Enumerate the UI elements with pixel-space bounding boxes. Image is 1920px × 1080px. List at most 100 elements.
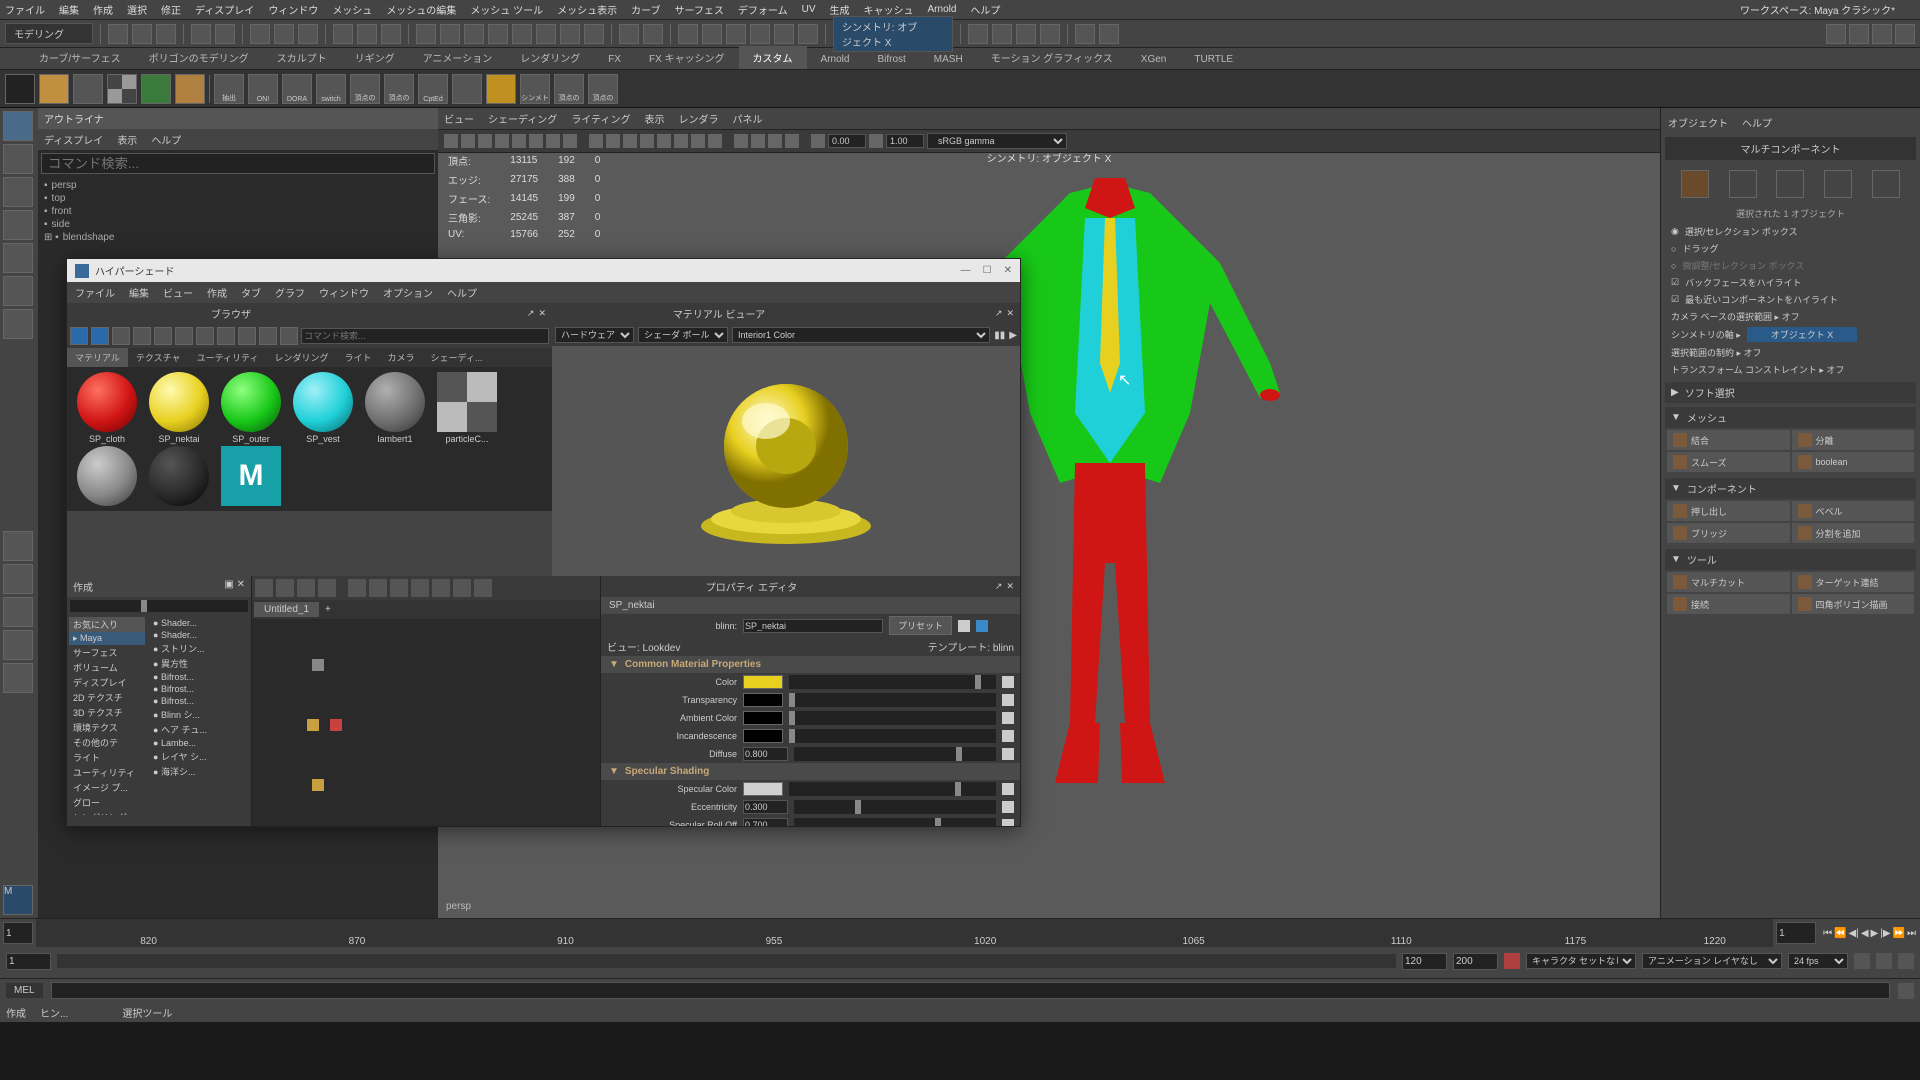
swatch-lambert1[interactable]: lambert1 bbox=[360, 372, 430, 444]
vp-icon-gamma[interactable] bbox=[869, 134, 883, 148]
create-node-shader1[interactable]: ● Shader... bbox=[149, 617, 249, 629]
menu-uv[interactable]: UV bbox=[802, 4, 816, 15]
shelf-tab-fxcache[interactable]: FX キャッシング bbox=[635, 46, 739, 69]
prop-focus-icon[interactable] bbox=[976, 620, 988, 632]
menu-select[interactable]: 選択 bbox=[127, 2, 147, 17]
create-3dtex[interactable]: 3D テクスチ bbox=[69, 705, 145, 720]
mview-shape-dropdown[interactable]: シェーダ ボール bbox=[638, 327, 728, 343]
opt-symaxis-dropdown[interactable]: オブジェクト X bbox=[1747, 327, 1858, 342]
shelf-item-orange[interactable] bbox=[486, 74, 516, 104]
graph-tb-9[interactable] bbox=[432, 579, 450, 597]
stop-icon[interactable] bbox=[1099, 24, 1119, 44]
btn-smooth[interactable]: スムーズ bbox=[1667, 452, 1790, 472]
hs-tb-clear[interactable] bbox=[112, 327, 130, 345]
shelf-item-on[interactable]: ON! bbox=[248, 74, 278, 104]
hs-tab-materials[interactable]: マテリアル bbox=[67, 348, 128, 367]
vp-icon-xray[interactable] bbox=[751, 134, 765, 148]
btn-quaddraw[interactable]: 四角ポリゴン描画 bbox=[1792, 594, 1915, 614]
hs-tab-shading[interactable]: シェーディ... bbox=[423, 348, 491, 367]
menu-edit[interactable]: 編集 bbox=[59, 2, 79, 17]
pause-icon[interactable] bbox=[1075, 24, 1095, 44]
mview-env-dropdown[interactable]: Interior1 Color bbox=[732, 327, 990, 343]
node-graph-canvas[interactable] bbox=[252, 619, 600, 826]
rp-menu-help[interactable]: ヘルプ bbox=[1742, 115, 1772, 130]
vp-menu-panel[interactable]: パネル bbox=[733, 111, 763, 126]
shelf-tab-xgen[interactable]: XGen bbox=[1127, 50, 1181, 69]
snap-grid-icon[interactable] bbox=[678, 24, 698, 44]
graph-tab-untitled[interactable]: Untitled_1 bbox=[254, 602, 319, 617]
mask-object-icon[interactable] bbox=[357, 24, 377, 44]
play-nextkey-icon[interactable]: |▶ bbox=[1880, 928, 1890, 939]
shelf-tab-arnold[interactable]: Arnold bbox=[807, 50, 864, 69]
shelf-item-vertex1[interactable]: 頂点の bbox=[350, 74, 380, 104]
graph-tb-5[interactable] bbox=[348, 579, 366, 597]
mview-close-icon[interactable]: ✕ bbox=[1006, 308, 1014, 319]
playback-pref-icon[interactable] bbox=[1854, 953, 1870, 969]
layout-single-icon[interactable] bbox=[3, 531, 33, 561]
graph-tb-8[interactable] bbox=[411, 579, 429, 597]
move-tool-icon[interactable] bbox=[3, 210, 33, 240]
outliner-item-blendshape[interactable]: ⊞ ▪ blendshape bbox=[44, 231, 432, 244]
hs-menu-help[interactable]: ヘルプ bbox=[447, 285, 477, 300]
shelf-tab-poly[interactable]: ポリゴンのモデリング bbox=[135, 46, 263, 69]
mask-deform-icon[interactable] bbox=[512, 24, 532, 44]
vp-icon-select[interactable] bbox=[444, 134, 458, 148]
vp-icon-ao[interactable] bbox=[674, 134, 688, 148]
create-node-bifrost1[interactable]: ● Bifrost... bbox=[149, 671, 249, 683]
vp-icon-gate[interactable] bbox=[563, 134, 577, 148]
hs-menu-file[interactable]: ファイル bbox=[75, 285, 115, 300]
shelf-tab-curves[interactable]: カーブ/サーフェス bbox=[25, 46, 135, 69]
create-node-aniso[interactable]: ● 異方性 bbox=[149, 656, 249, 671]
mview-renderer-dropdown[interactable]: ハードウェア bbox=[555, 327, 634, 343]
vp-icon-film[interactable] bbox=[546, 134, 560, 148]
new-scene-icon[interactable] bbox=[108, 24, 128, 44]
prop-showhide-icon[interactable] bbox=[958, 620, 970, 632]
vp-menu-shading[interactable]: シェーディング bbox=[488, 111, 557, 126]
prop-slider-color[interactable] bbox=[789, 675, 996, 689]
vp-icon-textured[interactable] bbox=[623, 134, 637, 148]
btn-multicut[interactable]: マルチカット bbox=[1667, 572, 1790, 592]
btn-combine[interactable]: 結合 bbox=[1667, 430, 1790, 450]
graph-tb-4[interactable] bbox=[318, 579, 336, 597]
outliner-menu-show[interactable]: 表示 bbox=[117, 132, 137, 147]
snap-point-icon[interactable] bbox=[726, 24, 746, 44]
shelf-item-switch[interactable]: switch bbox=[316, 74, 346, 104]
shelf-tab-render[interactable]: レンダリング bbox=[506, 46, 594, 69]
shelf-item-cpted[interactable]: CptEd bbox=[418, 74, 448, 104]
play-prevkey-icon[interactable]: ◀| bbox=[1849, 928, 1859, 939]
create-node-lambert[interactable]: ● Lambe... bbox=[149, 737, 249, 749]
menu-help[interactable]: ヘルプ bbox=[970, 2, 1000, 17]
btn-targetweld[interactable]: ターゲット連結 bbox=[1792, 572, 1915, 592]
multicomponent-button[interactable]: マルチコンポーネント bbox=[1665, 137, 1916, 160]
hs-create-close-icon[interactable]: ▣ ✕ bbox=[224, 579, 245, 594]
mask-surface-icon[interactable] bbox=[488, 24, 508, 44]
prop-map-ecc-icon[interactable] bbox=[1002, 801, 1014, 813]
panel-close-icon[interactable]: ✕ bbox=[538, 308, 546, 319]
script-editor-icon[interactable] bbox=[1898, 983, 1914, 999]
play-reverse-icon[interactable]: ◀ bbox=[1861, 928, 1869, 939]
panel-layout-icon-1[interactable] bbox=[1826, 24, 1846, 44]
menu-mesh[interactable]: メッシュ bbox=[332, 2, 372, 17]
menu-meshtool[interactable]: メッシュ ツール bbox=[470, 2, 543, 17]
hs-menu-create[interactable]: 作成 bbox=[207, 285, 227, 300]
mask-hierarchy-icon[interactable] bbox=[333, 24, 353, 44]
create-node-ocean[interactable]: ● 海洋シ... bbox=[149, 764, 249, 779]
btn-bridge[interactable]: ブリッジ bbox=[1667, 523, 1790, 543]
opt-backface[interactable]: バックフェースをハイライト bbox=[1685, 276, 1801, 289]
charset-dropdown[interactable]: キャラクタ セットなし bbox=[1526, 953, 1636, 969]
prop-map-trans-icon[interactable] bbox=[1002, 694, 1014, 706]
vp-menu-lighting[interactable]: ライティング bbox=[571, 111, 630, 126]
rp-menu-object[interactable]: オブジェクト bbox=[1668, 115, 1728, 130]
create-light[interactable]: ライト bbox=[69, 750, 145, 765]
shelf-tab-turtle[interactable]: TURTLE bbox=[1180, 50, 1247, 69]
save-scene-icon[interactable] bbox=[156, 24, 176, 44]
hs-tb-showbottom[interactable] bbox=[91, 327, 109, 345]
opt-selconstraint[interactable]: 選択範囲の制約 ▸ オフ bbox=[1671, 346, 1762, 359]
shelf-item-3[interactable] bbox=[107, 74, 137, 104]
workspace-label[interactable]: ワークスペース: Maya クラシック* bbox=[1740, 2, 1895, 17]
command-input[interactable] bbox=[51, 982, 1890, 999]
layout-four-icon[interactable] bbox=[3, 564, 33, 594]
hs-menu-view[interactable]: ビュー bbox=[163, 285, 193, 300]
timeline-frame-start-input[interactable] bbox=[3, 922, 33, 944]
prop-map-color-icon[interactable] bbox=[1002, 676, 1014, 688]
